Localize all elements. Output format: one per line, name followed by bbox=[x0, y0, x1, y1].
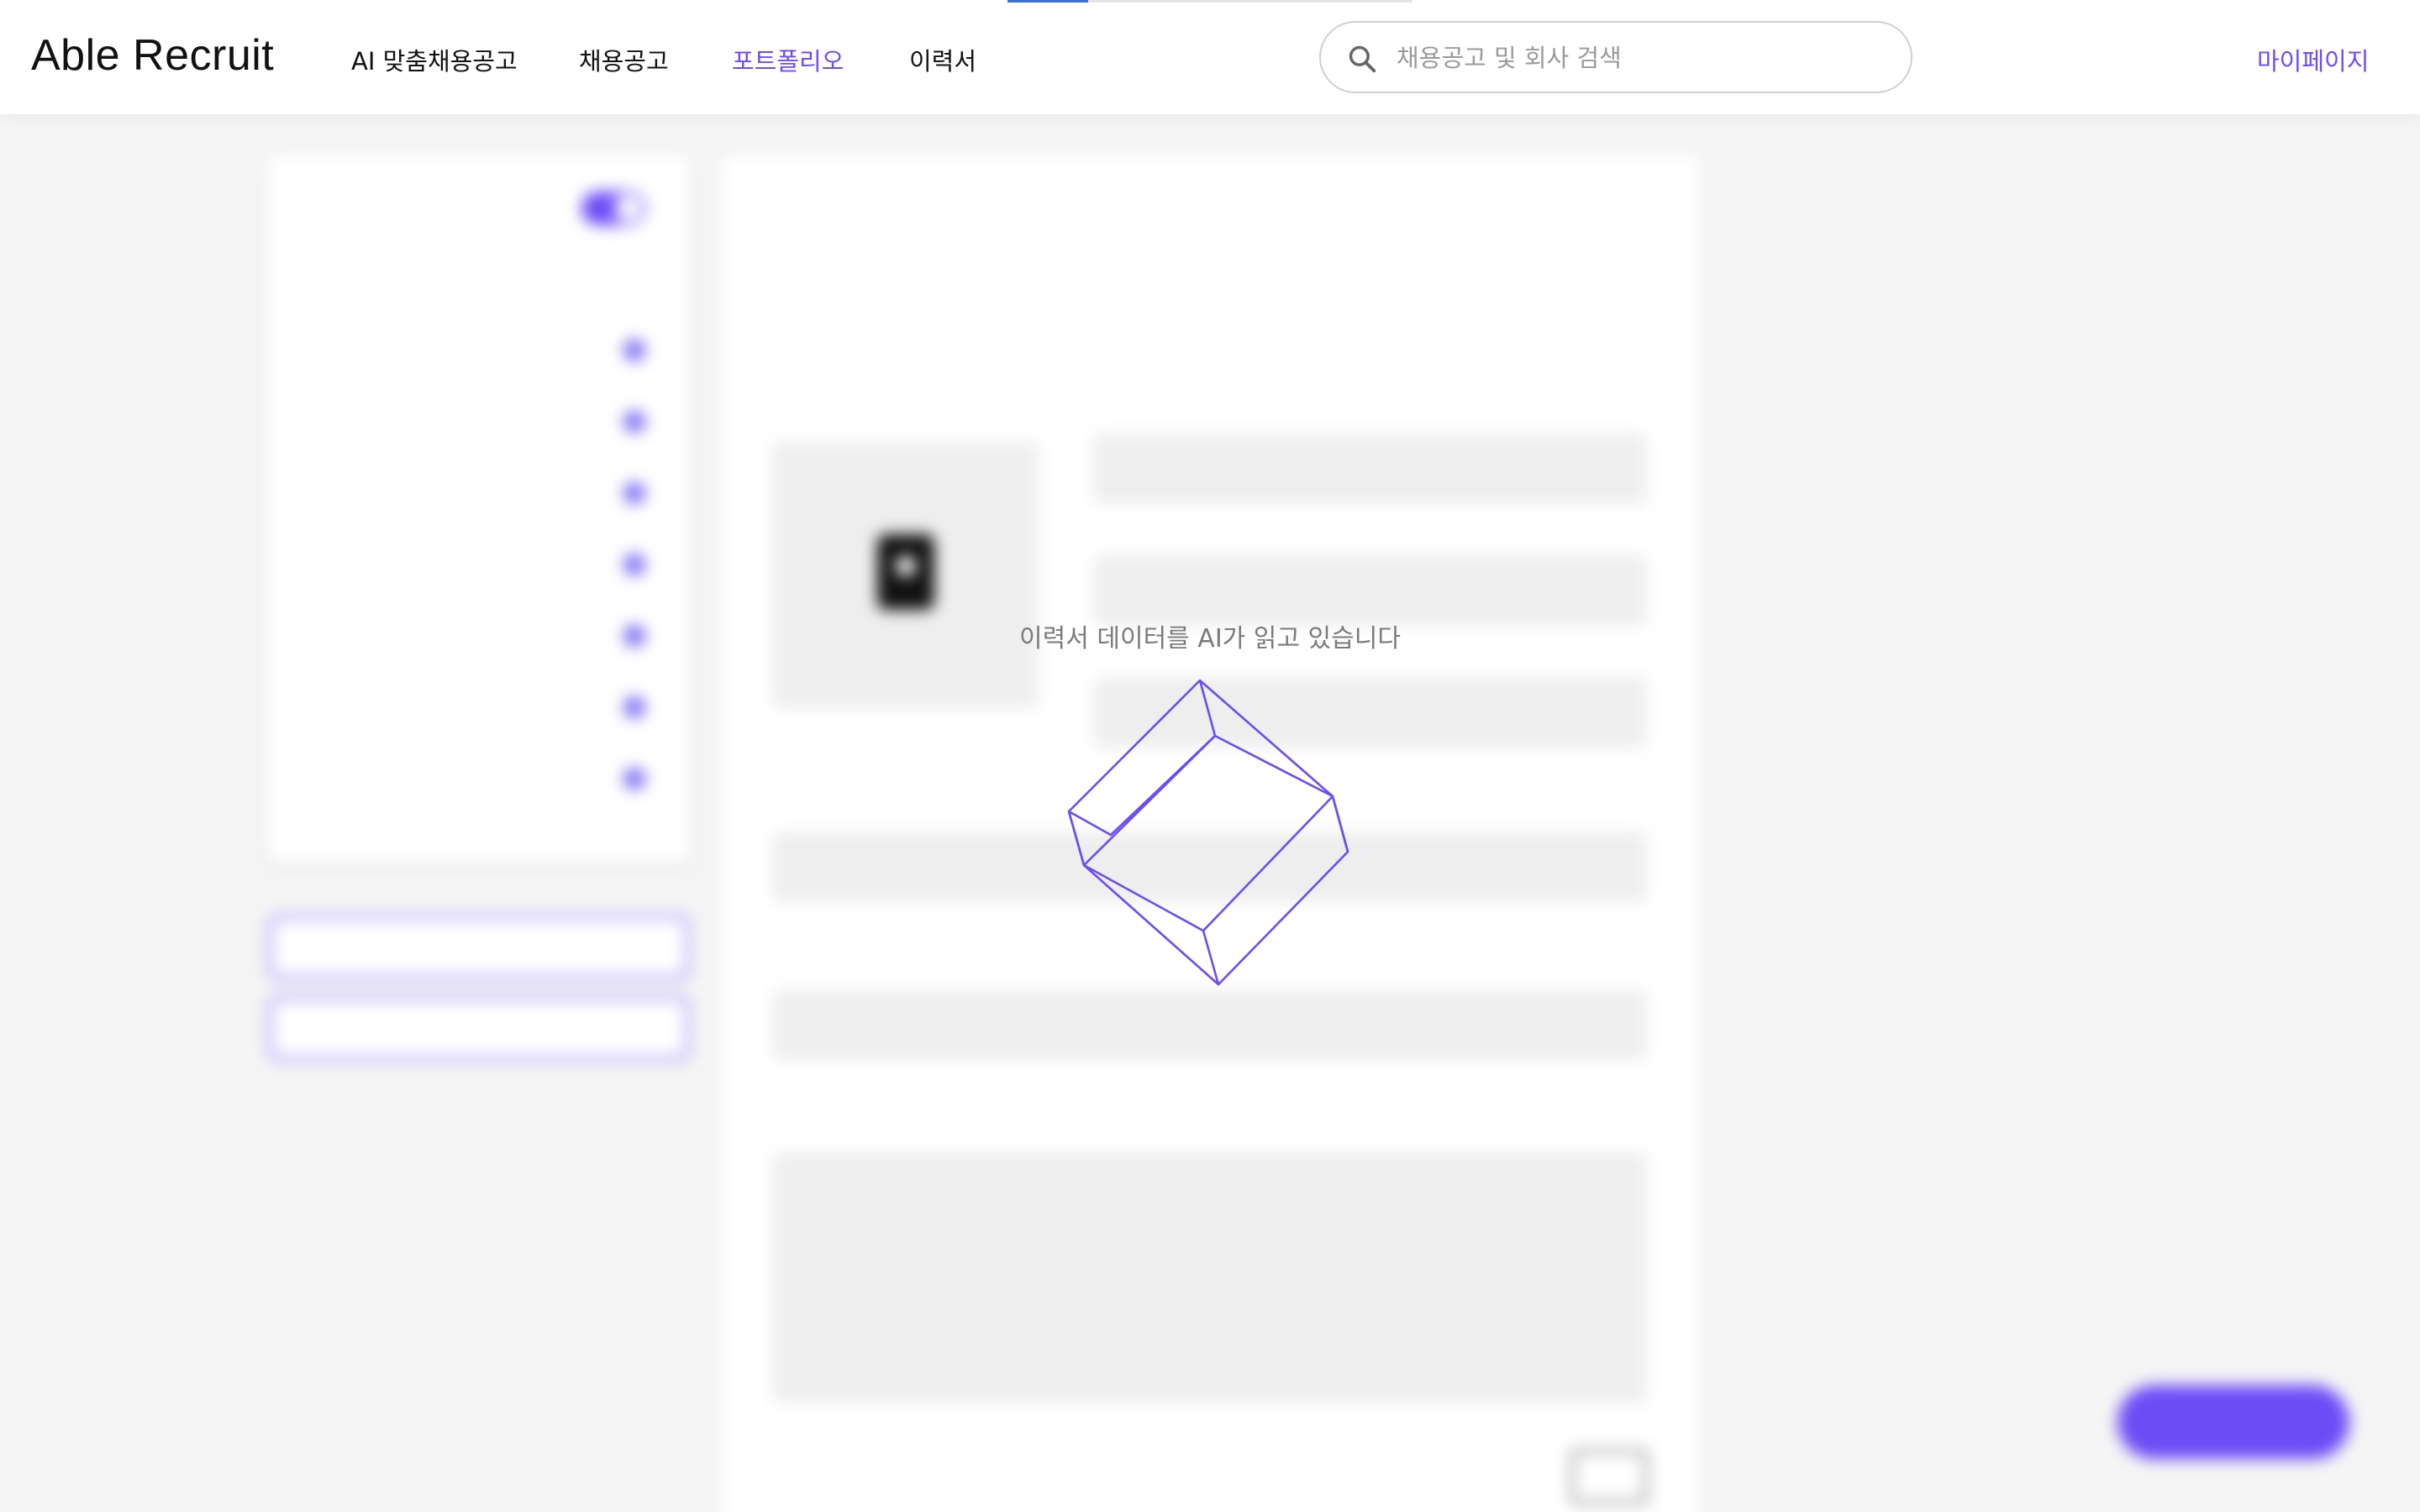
sidebar-dot bbox=[623, 768, 645, 790]
nav-resume[interactable]: 이력서 bbox=[909, 42, 976, 77]
sidebar-row bbox=[321, 334, 645, 368]
sidebar-row bbox=[321, 549, 645, 582]
sidebar-button bbox=[269, 916, 689, 979]
sidebar-dot bbox=[623, 411, 645, 433]
sidebar-row bbox=[321, 763, 645, 796]
sidebar-dot bbox=[623, 696, 645, 718]
nav-jobs[interactable]: 채용공고 bbox=[579, 42, 669, 77]
sidebar-dot bbox=[623, 339, 645, 361]
sidebar-button bbox=[269, 996, 689, 1060]
field-box bbox=[773, 1152, 1647, 1403]
app-logo[interactable]: Able Recruit bbox=[31, 30, 274, 81]
search-input[interactable] bbox=[1397, 38, 1884, 78]
visibility-toggle bbox=[581, 192, 645, 225]
sidebar-row bbox=[321, 691, 645, 725]
cube-spinner-icon bbox=[1067, 679, 1349, 986]
field-box bbox=[773, 990, 1647, 1060]
nav-portfolio[interactable]: 포트폴리오 bbox=[732, 42, 844, 77]
section-sidebar bbox=[269, 156, 689, 862]
sidebar-row bbox=[321, 263, 645, 297]
sidebar-row bbox=[321, 406, 645, 439]
sidebar-row bbox=[321, 477, 645, 511]
loading-message: 이력서 데이터를 AI가 읽고 있습니다 bbox=[1019, 624, 1401, 654]
chat-button bbox=[2118, 1385, 2349, 1459]
save-button bbox=[1571, 1450, 1647, 1504]
mypage-link[interactable]: 마이페이지 bbox=[2257, 42, 2369, 77]
search-icon bbox=[1349, 45, 1376, 73]
divider bbox=[773, 296, 1647, 297]
profile-photo-icon bbox=[877, 534, 934, 610]
sidebar-dot bbox=[623, 482, 645, 504]
profile-photo-box bbox=[773, 442, 1039, 707]
search-bar[interactable] bbox=[1319, 21, 1912, 93]
nav-ai-jobs[interactable]: AI 맞춤채용공고 bbox=[351, 42, 518, 77]
page-progress-bar bbox=[1007, 0, 1413, 3]
page-progress-fill bbox=[1007, 0, 1088, 3]
sidebar-row bbox=[321, 192, 645, 225]
top-header: Able Recruit AI 맞춤채용공고 채용공고 포트폴리오 이력서 마이… bbox=[0, 0, 2420, 114]
field-box bbox=[1094, 433, 1647, 504]
sidebar-dot bbox=[623, 554, 645, 575]
field-box bbox=[1094, 555, 1647, 626]
